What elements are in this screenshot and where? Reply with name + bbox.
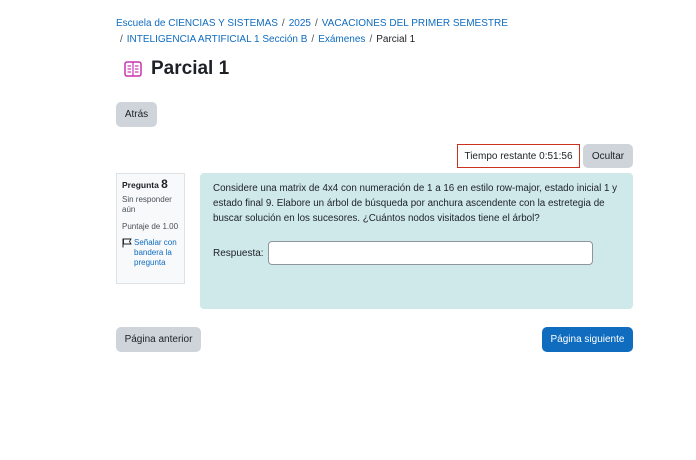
question-state: Sin responder aún [122,195,172,214]
breadcrumb-separator: / [311,34,315,45]
question-label: Pregunta [122,180,159,190]
breadcrumb-item-school[interactable]: Escuela de CIENCIAS Y SISTEMAS [116,18,278,29]
question-number: 8 [161,177,168,191]
page-header: Parcial 1 [124,58,229,80]
quiz-icon [124,61,142,77]
timer-label: Tiempo restante [464,150,537,162]
breadcrumb-separator: / [281,18,285,29]
timer-display: Tiempo restante 0:51:56 [457,144,580,168]
question-text: Considere una matrix de 4x4 con numeraci… [213,183,618,224]
breadcrumb-item-year[interactable]: 2025 [289,18,311,29]
next-page-button[interactable]: Página siguiente [542,327,633,352]
breadcrumb-item-term[interactable]: VACACIONES DEL PRIMER SEMESTRE [322,18,508,29]
answer-label: Respuesta: [213,247,264,259]
page-title: Parcial 1 [151,58,230,79]
breadcrumb-separator: / [369,34,373,45]
breadcrumb: Escuela de CIENCIAS Y SISTEMAS/2025/VACA… [116,16,636,48]
breadcrumb-item-exams[interactable]: Exámenes [318,34,365,45]
answer-input[interactable] [267,241,593,265]
timer-value: 0:51:56 [539,150,573,162]
flag-question-label: Señalar con bandera la pregunta [134,238,177,267]
breadcrumb-current: Parcial 1 [376,34,416,45]
question-grade: Puntaje de 1.00 [122,222,179,231]
question-info-panel: Pregunta 8 Sin responder aún Puntaje de … [116,173,185,284]
flag-icon [122,238,132,248]
flag-question-link[interactable]: Señalar con bandera la pregunta [122,238,179,268]
previous-page-button[interactable]: Página anterior [116,327,201,352]
question-heading: Pregunta 8 [122,177,179,191]
breadcrumb-separator: / [120,34,123,45]
hide-timer-button[interactable]: Ocultar [583,144,633,168]
question-content: Considere una matrix de 4x4 con numeraci… [200,173,633,309]
breadcrumb-item-course[interactable]: INTELIGENCIA ARTIFICIAL 1 Sección B [127,34,308,45]
breadcrumb-separator: / [314,18,318,29]
back-button[interactable]: Atrás [116,102,157,127]
answer-row: Respuesta: [213,241,621,265]
